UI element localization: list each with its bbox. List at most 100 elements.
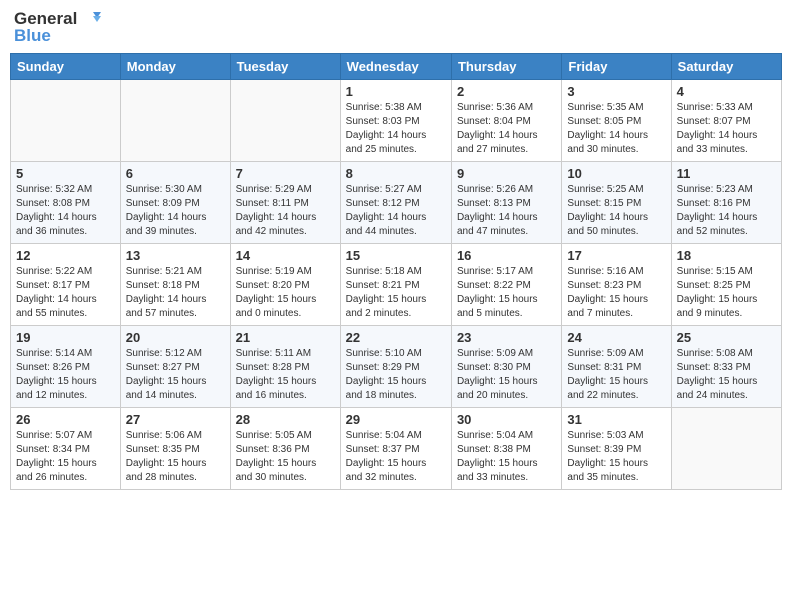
day-header-friday: Friday [562, 54, 671, 80]
day-number: 3 [567, 84, 665, 99]
day-info: Sunrise: 5:32 AM Sunset: 8:08 PM Dayligh… [16, 183, 115, 239]
calendar-cell: 4 Sunrise: 5:33 AM Sunset: 8:07 PM Daylig… [671, 80, 781, 162]
day-info: Sunrise: 5:04 AM Sunset: 8:37 PM Dayligh… [346, 429, 446, 485]
calendar-cell: 13 Sunrise: 5:21 AM Sunset: 8:18 PM Dayli… [120, 244, 230, 326]
calendar-cell: 2 Sunrise: 5:36 AM Sunset: 8:04 PM Daylig… [451, 80, 561, 162]
calendar-cell: 11 Sunrise: 5:23 AM Sunset: 8:16 PM Dayli… [671, 162, 781, 244]
calendar-cell: 1 Sunrise: 5:38 AM Sunset: 8:03 PM Daylig… [340, 80, 451, 162]
day-info: Sunrise: 5:04 AM Sunset: 8:38 PM Dayligh… [457, 429, 556, 485]
day-number: 2 [457, 84, 556, 99]
day-number: 15 [346, 248, 446, 263]
day-number: 13 [126, 248, 225, 263]
day-info: Sunrise: 5:10 AM Sunset: 8:29 PM Dayligh… [346, 347, 446, 403]
calendar-cell: 18Sunrise: 5:15 AM Sunset: 8:25 PM Dayli… [671, 244, 781, 326]
calendar-cell: 27 Sunrise: 5:06 AM Sunset: 8:35 PM Dayli… [120, 408, 230, 490]
day-info: Sunrise: 5:38 AM Sunset: 8:03 PM Dayligh… [346, 101, 446, 157]
day-number: 8 [346, 166, 446, 181]
day-info: Sunrise: 5:27 AM Sunset: 8:12 PM Dayligh… [346, 183, 446, 239]
calendar-header-row: SundayMondayTuesdayWednesdayThursdayFrid… [11, 54, 782, 80]
day-info: Sunrise: 5:12 AM Sunset: 8:27 PM Dayligh… [126, 347, 225, 403]
calendar-cell: 17Sunrise: 5:16 AM Sunset: 8:23 PM Dayli… [562, 244, 671, 326]
calendar-cell: 20 Sunrise: 5:12 AM Sunset: 8:27 PM Dayli… [120, 326, 230, 408]
header: General Blue [10, 10, 782, 45]
day-number: 23 [457, 330, 556, 345]
day-info: Sunrise: 5:03 AM Sunset: 8:39 PM Dayligh… [567, 429, 665, 485]
day-info: Sunrise: 5:25 AM Sunset: 8:15 PM Dayligh… [567, 183, 665, 239]
day-info: Sunrise: 5:18 AM Sunset: 8:21 PM Dayligh… [346, 265, 446, 321]
day-number: 19 [16, 330, 115, 345]
calendar-cell: 8 Sunrise: 5:27 AM Sunset: 8:12 PM Daylig… [340, 162, 451, 244]
day-header-tuesday: Tuesday [230, 54, 340, 80]
calendar-cell: 15 Sunrise: 5:18 AM Sunset: 8:21 PM Dayli… [340, 244, 451, 326]
day-info: Sunrise: 5:11 AM Sunset: 8:28 PM Dayligh… [236, 347, 335, 403]
calendar-week-row: 19 Sunrise: 5:14 AM Sunset: 8:26 PM Dayli… [11, 326, 782, 408]
day-number: 26 [16, 412, 115, 427]
calendar-cell: 9 Sunrise: 5:26 AM Sunset: 8:13 PM Daylig… [451, 162, 561, 244]
day-number: 30 [457, 412, 556, 427]
day-number: 29 [346, 412, 446, 427]
calendar-week-row: 12 Sunrise: 5:22 AM Sunset: 8:17 PM Dayli… [11, 244, 782, 326]
day-number: 24 [567, 330, 665, 345]
calendar-cell: 21 Sunrise: 5:11 AM Sunset: 8:28 PM Dayli… [230, 326, 340, 408]
day-info: Sunrise: 5:09 AM Sunset: 8:31 PM Dayligh… [567, 347, 665, 403]
calendar-week-row: 5 Sunrise: 5:32 AM Sunset: 8:08 PM Daylig… [11, 162, 782, 244]
day-header-sunday: Sunday [11, 54, 121, 80]
day-number: 5 [16, 166, 115, 181]
calendar-cell [11, 80, 121, 162]
day-info: Sunrise: 5:30 AM Sunset: 8:09 PM Dayligh… [126, 183, 225, 239]
day-info: Sunrise: 5:29 AM Sunset: 8:11 PM Dayligh… [236, 183, 335, 239]
logo-container: General Blue [14, 10, 101, 45]
calendar-cell: 14Sunrise: 5:19 AM Sunset: 8:20 PM Dayli… [230, 244, 340, 326]
day-number: 14 [236, 248, 335, 263]
day-header-saturday: Saturday [671, 54, 781, 80]
day-number: 31 [567, 412, 665, 427]
day-number: 9 [457, 166, 556, 181]
day-info: Sunrise: 5:36 AM Sunset: 8:04 PM Dayligh… [457, 101, 556, 157]
day-info: Sunrise: 5:06 AM Sunset: 8:35 PM Dayligh… [126, 429, 225, 485]
calendar-cell [230, 80, 340, 162]
day-number: 12 [16, 248, 115, 263]
calendar-cell: 23 Sunrise: 5:09 AM Sunset: 8:30 PM Dayli… [451, 326, 561, 408]
calendar-cell: 3 Sunrise: 5:35 AM Sunset: 8:05 PM Daylig… [562, 80, 671, 162]
day-info: Sunrise: 5:09 AM Sunset: 8:30 PM Dayligh… [457, 347, 556, 403]
day-info: Sunrise: 5:05 AM Sunset: 8:36 PM Dayligh… [236, 429, 335, 485]
day-number: 1 [346, 84, 446, 99]
day-info: Sunrise: 5:26 AM Sunset: 8:13 PM Dayligh… [457, 183, 556, 239]
logo-bird-icon [79, 10, 101, 28]
calendar-cell: 30 Sunrise: 5:04 AM Sunset: 8:38 PM Dayli… [451, 408, 561, 490]
day-header-monday: Monday [120, 54, 230, 80]
calendar-cell [120, 80, 230, 162]
day-number: 7 [236, 166, 335, 181]
day-number: 10 [567, 166, 665, 181]
day-number: 4 [677, 84, 776, 99]
calendar-cell: 10 Sunrise: 5:25 AM Sunset: 8:15 PM Dayli… [562, 162, 671, 244]
day-info: Sunrise: 5:23 AM Sunset: 8:16 PM Dayligh… [677, 183, 776, 239]
day-info: Sunrise: 5:22 AM Sunset: 8:17 PM Dayligh… [16, 265, 115, 321]
day-number: 16 [457, 248, 556, 263]
day-info: Sunrise: 5:21 AM Sunset: 8:18 PM Dayligh… [126, 265, 225, 321]
day-number: 17 [567, 248, 665, 263]
logo-blue-text: Blue [14, 27, 101, 46]
day-info: Sunrise: 5:14 AM Sunset: 8:26 PM Dayligh… [16, 347, 115, 403]
calendar-cell: 5 Sunrise: 5:32 AM Sunset: 8:08 PM Daylig… [11, 162, 121, 244]
day-number: 25 [677, 330, 776, 345]
calendar-cell: 6Sunrise: 5:30 AM Sunset: 8:09 PM Daylig… [120, 162, 230, 244]
day-info: Sunrise: 5:35 AM Sunset: 8:05 PM Dayligh… [567, 101, 665, 157]
day-number: 27 [126, 412, 225, 427]
day-number: 21 [236, 330, 335, 345]
calendar-cell: 25Sunrise: 5:08 AM Sunset: 8:33 PM Dayli… [671, 326, 781, 408]
day-number: 11 [677, 166, 776, 181]
day-number: 22 [346, 330, 446, 345]
day-info: Sunrise: 5:33 AM Sunset: 8:07 PM Dayligh… [677, 101, 776, 157]
day-number: 20 [126, 330, 225, 345]
calendar-table: SundayMondayTuesdayWednesdayThursdayFrid… [10, 53, 782, 490]
calendar-cell: 19 Sunrise: 5:14 AM Sunset: 8:26 PM Dayli… [11, 326, 121, 408]
calendar-cell: 12 Sunrise: 5:22 AM Sunset: 8:17 PM Dayli… [11, 244, 121, 326]
day-number: 28 [236, 412, 335, 427]
calendar-cell: 26Sunrise: 5:07 AM Sunset: 8:34 PM Dayli… [11, 408, 121, 490]
day-header-thursday: Thursday [451, 54, 561, 80]
calendar-cell: 22 Sunrise: 5:10 AM Sunset: 8:29 PM Dayli… [340, 326, 451, 408]
calendar-week-row: 1 Sunrise: 5:38 AM Sunset: 8:03 PM Daylig… [11, 80, 782, 162]
calendar-cell: 24 Sunrise: 5:09 AM Sunset: 8:31 PM Dayli… [562, 326, 671, 408]
calendar-cell: 31 Sunrise: 5:03 AM Sunset: 8:39 PM Dayli… [562, 408, 671, 490]
